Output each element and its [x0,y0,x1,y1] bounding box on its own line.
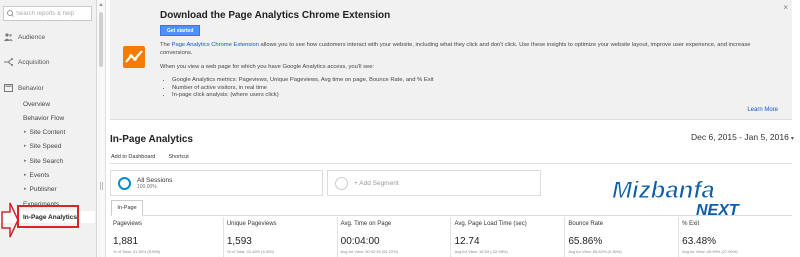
metrics-scorecard: Pageviews 1,881 % of Total: 31.36% (5,99… [110,217,792,257]
search-box[interactable] [3,6,92,21]
sidebar-item-behavior-flow[interactable]: Behavior Flow [0,112,95,124]
get-started-button[interactable]: Get started [160,25,201,36]
extension-banner: × Download the Page Analytics Chrome Ext… [110,0,792,120]
sidebar-item-audience[interactable]: Audience [0,30,95,44]
sidebar-item-label: Site Content [29,128,66,136]
behavior-icon [4,84,13,92]
metric-subtext: Avg for View: 65.62% (0.36%) [568,249,622,254]
segment-name: All Sessions [137,176,173,184]
acquisition-icon [4,58,13,66]
sidebar-item-label: Behavior [18,84,44,92]
metric-value: 12.74 [454,236,480,247]
segment-all-sessions[interactable]: All Sessions 100.00% [110,170,323,196]
learn-more-link[interactable]: Learn More [747,107,778,113]
sidebar-item-overview[interactable]: Overview [0,98,95,110]
banner-title: Download the Page Analytics Chrome Exten… [160,10,391,21]
sidebar-item-site-content[interactable]: ▸ Site Content [0,126,95,138]
metric-avg-time-on-page: Avg. Time on Page 00:04:00 Avg for View:… [338,217,452,257]
extension-link[interactable]: Page Analytics Chrome Extension [172,42,259,48]
caret-right-icon: ▸ [24,186,27,192]
action-bar: Add to Dashboard Shortcut [110,150,792,164]
metric-value: 65.86% [568,236,603,247]
metric-label: Unique Pageviews [226,221,277,227]
list-item: Number of active visitors, in real time [172,85,434,93]
metric-value: 63.48% [682,236,717,247]
scrollbar-thumb[interactable] [99,12,103,67]
sidebar-item-label: Publisher [29,185,57,193]
caret-right-icon: ▸ [24,172,27,178]
mizbanfa-watermark-logo: Mizbanfa NEXT [612,177,740,219]
banner-bullet-list: Google Analytics metrics: Pageviews, Uni… [172,77,434,100]
banner-intro: When you view a web page for which you h… [160,64,375,70]
metric-label: Avg. Page Load Time (sec) [454,221,527,227]
metric-label: Avg. Time on Page [340,221,392,227]
metric-subtext: % of Total: 31.36% (5,998) [113,249,161,254]
metric-subtext: % of Total: 32.46% (4,909) [226,249,274,254]
sidebar-item-site-search[interactable]: ▸ Site Search [0,155,95,167]
audience-icon [4,33,13,41]
metric-subtext: Avg for View: 16.53 (-22.98%) [454,249,508,254]
sidebar-item-label: Acquisition [18,58,50,66]
sidebar-item-label: Behavior Flow [23,114,65,122]
metric-subtext: Avg for View: 49.99% (27.00%) [682,249,738,254]
segment-circle-icon [118,176,131,190]
sidebar-scrollbar[interactable] [97,0,106,257]
page-title: In-Page Analytics [110,134,193,145]
metric-value: 1,881 [113,236,139,247]
tab-in-page[interactable]: In-Page [111,200,143,216]
metric-label: Pageviews [113,221,143,227]
resize-grip-icon[interactable] [100,182,103,190]
sidebar-item-publisher[interactable]: ▸ Publisher [0,183,95,195]
sidebar-item-behavior[interactable]: Behavior [0,81,95,95]
segment-percentage: 100.00% [137,183,157,190]
banner-text: The [160,42,172,48]
sidebar-item-acquisition[interactable]: Acquisition [0,55,95,69]
highlight-arrow-icon [1,202,19,238]
sidebar-item-label: Audience [18,33,46,41]
shortcut-button[interactable]: Shortcut [168,154,188,160]
search-icon [4,7,16,20]
caret-right-icon: ▸ [24,143,27,149]
scroll-up-arrow-icon[interactable] [99,3,103,6]
metric-unique-pageviews: Unique Pageviews 1,593 % of Total: 32.46… [224,217,338,257]
chevron-down-icon: ▾ [790,136,794,142]
add-segment-label: + Add Segment [354,179,399,187]
list-item: Google Analytics metrics: Pageviews, Uni… [172,77,434,85]
sidebar-item-site-speed[interactable]: ▸ Site Speed [0,140,95,152]
caret-right-icon: ▸ [24,129,27,135]
sidebar-item-label: Events [29,171,50,179]
metric-subtext: Avg for View: 00:02:39 (51.22%) [340,249,399,254]
sidebar-item-label: Site Search [29,157,64,165]
add-to-dashboard-button[interactable]: Add to Dashboard [111,154,155,160]
watermark-sub: NEXT [696,202,740,218]
caret-right-icon: ▸ [24,158,27,164]
close-icon[interactable]: × [783,3,788,12]
sidebar-item-label: Overview [23,100,51,108]
metric-pageviews: Pageviews 1,881 % of Total: 31.36% (5,99… [110,217,224,257]
metric-label: % Exit [682,221,700,227]
highlight-box [17,205,79,228]
metric-value: 1,593 [226,236,252,247]
metric-value: 00:04:00 [340,236,380,247]
metric-bounce-rate: Bounce Rate 65.86% Avg for View: 65.62% … [565,217,680,257]
metric-avg-page-load-time: Avg. Page Load Time (sec) 12.74 Avg for … [451,217,566,257]
sidebar-item-events[interactable]: ▸ Events [0,169,95,181]
metric-exit-rate: % Exit 63.48% Avg for View: 49.99% (27.0… [679,217,792,257]
page-analytics-logo-icon [123,46,145,68]
sidebar-item-label: Site Speed [29,142,62,150]
date-range-picker[interactable]: Dec 6, 2015 - Jan 5, 2016 ▾ [691,132,794,142]
watermark-brand: Mizbanfa [612,177,715,204]
segment-circle-icon [335,176,348,190]
search-input[interactable] [16,10,90,17]
banner-description: The Page Analytics Chrome Extension allo… [160,42,780,57]
metric-label: Bounce Rate [568,221,604,227]
add-segment-button[interactable]: + Add Segment [327,170,541,196]
date-range-label: Dec 6, 2015 - Jan 5, 2016 [691,132,789,142]
list-item: In-page click analysis: (where users cli… [172,92,434,100]
